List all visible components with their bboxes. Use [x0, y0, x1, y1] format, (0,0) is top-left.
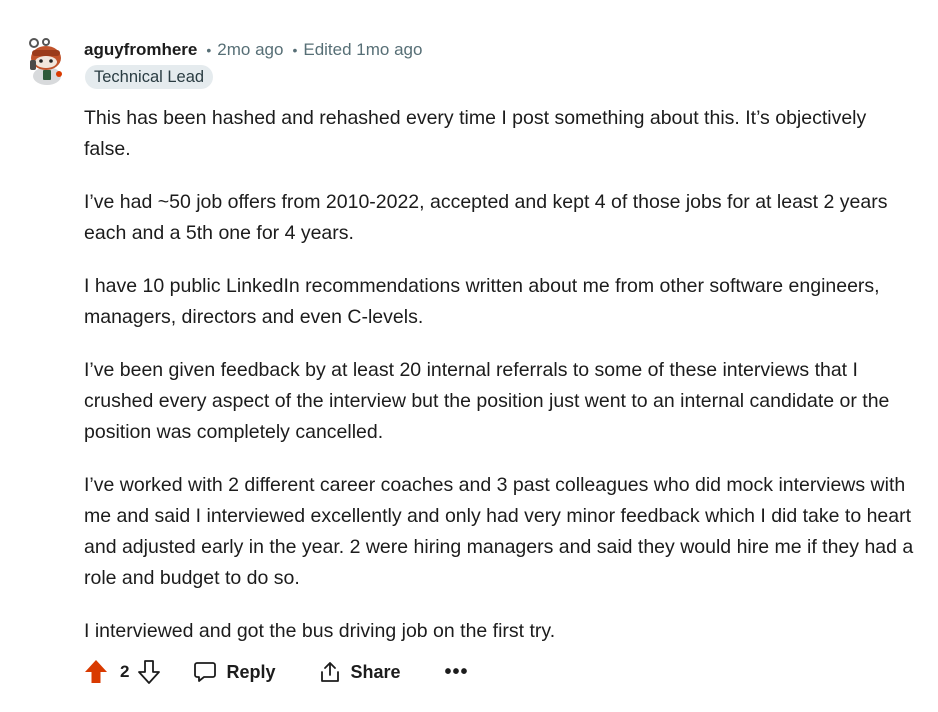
comment-paragraph: This has been hashed and rehashed every … [84, 107, 867, 160]
share-label: Share [350, 661, 401, 682]
vote-count: 2 [120, 662, 130, 681]
comment-paragraph: I’ve been given feedback by at least 20 … [84, 359, 890, 443]
comment-paragraph: I’ve worked with 2 different career coac… [84, 474, 914, 589]
avatar[interactable] [24, 36, 70, 86]
share-arrow-icon [320, 662, 339, 682]
meta-separator: • [292, 42, 298, 58]
snoo-avatar-icon [29, 38, 62, 85]
user-flair: Technical Lead [85, 65, 214, 89]
upvote-arrow-icon [85, 660, 107, 683]
share-button[interactable]: Share [318, 660, 401, 684]
comment-body: This has been hashed and rehashed every … [84, 103, 914, 669]
more-options-button[interactable]: ••• [445, 661, 469, 684]
comment-paragraph: I have 10 public LinkedIn recommendation… [84, 275, 880, 328]
downvote-button[interactable] [137, 659, 161, 685]
downvote-arrow-icon [138, 660, 161, 684]
reply-label: Reply [226, 661, 276, 682]
upvote-button[interactable] [84, 659, 108, 685]
speech-bubble-icon [194, 662, 217, 682]
posted-time[interactable]: 2mo ago [217, 40, 283, 60]
comment-paragraph: I interviewed and got the bus driving jo… [84, 620, 556, 642]
comment-header: aguyfromhere • 2mo ago • Edited 1mo ago [84, 38, 422, 62]
comment-actions: 2 Reply Share ••• [84, 654, 469, 690]
author-username[interactable]: aguyfromhere [84, 40, 197, 60]
reply-button[interactable]: Reply [193, 660, 276, 684]
edited-time: Edited 1mo ago [303, 40, 423, 59]
comment-paragraph: I’ve had ~50 job offers from 2010-2022, … [84, 191, 888, 244]
comment: aguyfromhere • 2mo ago • Edited 1mo ago … [0, 0, 938, 712]
meta-separator: • [206, 42, 212, 58]
